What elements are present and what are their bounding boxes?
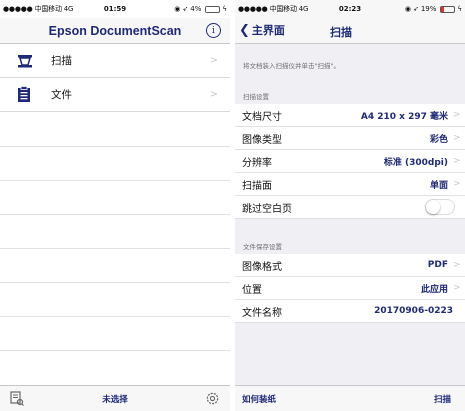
setting-skip-blank: 跳过空白页 — [235, 196, 465, 219]
chevron-left-icon: ❮ — [239, 22, 250, 38]
battery-icon — [440, 5, 456, 13]
selection-label: 未选择 — [102, 394, 128, 405]
setting-document-size[interactable]: 文档尺寸 A4 210 x 297 毫米 > — [235, 104, 465, 127]
battery-fill — [206, 6, 208, 12]
divider — [0, 316, 230, 317]
setting-location[interactable]: 位置 此应用 > — [235, 277, 465, 300]
setting-image-format[interactable]: 图像格式 PDF > — [235, 254, 465, 277]
setting-label: 图像类型 — [242, 134, 282, 146]
battery-fill — [441, 6, 444, 12]
setting-scan-side[interactable]: 扫描面 单面 > — [235, 173, 465, 196]
setting-resolution[interactable]: 分辨率 标准 (300dpi) > — [235, 150, 465, 173]
menu-item-files[interactable]: 文件 > — [0, 78, 230, 112]
nav-bar: Epson DocumentScan i — [0, 18, 230, 44]
chevron-right-icon: > — [453, 110, 461, 120]
scanner-icon — [17, 54, 43, 68]
arrow-icon: ➶ — [182, 5, 189, 13]
setting-label: 分辨率 — [242, 157, 272, 169]
chevron-right-icon: > — [453, 133, 461, 143]
battery-percent: 4% — [190, 5, 202, 13]
setting-value: 此应用 — [420, 284, 448, 295]
status-right: ◉ ➶ 4% ϟ — [174, 5, 227, 13]
menu-label-scan: 扫描 — [51, 55, 72, 67]
info-icon[interactable]: i — [206, 23, 221, 38]
setting-label: 图像格式 — [242, 261, 282, 273]
setting-image-type[interactable]: 图像类型 彩色 > — [235, 127, 465, 150]
battery-icon — [205, 5, 221, 13]
arrow-icon: ➶ — [412, 5, 419, 13]
chevron-right-icon: > — [453, 283, 461, 293]
chevron-right-icon: > — [453, 179, 461, 189]
home-screen: ●●●●● 中国移动 4G 01:59 ◉ ➶ 4% ϟ Epson Docum… — [0, 0, 230, 411]
battery-percent: 19% — [420, 5, 437, 13]
setting-label: 文档尺寸 — [242, 111, 282, 123]
how-to-load-button[interactable]: 如何装纸 — [242, 393, 276, 405]
status-bar: ●●●●● 中国移动 4G 02:23 ◉ ➶ 19% ϟ — [235, 0, 465, 18]
signal-text: ●●●●● 中国移动 4G — [3, 5, 74, 13]
setting-label: 跳过空白页 — [242, 203, 292, 215]
scan-screen: ●●●●● 中国移动 4G 02:23 ◉ ➶ 19% ϟ ❮ 主界面 扫描 将… — [235, 0, 465, 411]
setting-value: 20170906-0223 — [374, 306, 453, 316]
chevron-right-icon: > — [453, 260, 461, 270]
chevron-right-icon: > — [209, 89, 218, 100]
skip-blank-toggle[interactable] — [425, 199, 455, 215]
gear-icon[interactable] — [205, 391, 220, 410]
section-header-scan: 扫描设置 — [243, 93, 269, 101]
setting-file-name[interactable]: 文件名称 20170906-0223 — [235, 300, 465, 323]
charging-icon: ϟ — [457, 5, 462, 13]
section-header-file: 文件保存设置 — [243, 243, 282, 251]
divider — [0, 248, 230, 249]
setting-value: 单面 — [429, 180, 448, 191]
bottom-toolbar: 未选择 — [0, 385, 230, 411]
app-title: Epson DocumentScan — [48, 23, 182, 38]
chevron-right-icon: > — [209, 55, 218, 66]
scan-button[interactable]: 扫描 — [434, 393, 451, 405]
page-title: 扫描 — [330, 26, 352, 39]
divider — [0, 282, 230, 283]
divider — [0, 350, 230, 351]
setting-value: 标准 (300dpi) — [383, 157, 448, 168]
location-icon: ◉ — [404, 5, 411, 13]
divider — [0, 146, 230, 147]
setting-value: PDF — [427, 260, 448, 270]
bottom-toolbar: 如何装纸 扫描 — [235, 385, 465, 411]
back-button[interactable]: ❮ 主界面 — [239, 22, 285, 38]
status-right: ◉ ➶ 19% ϟ — [405, 5, 462, 13]
back-label: 主界面 — [251, 24, 285, 37]
setting-label: 位置 — [242, 284, 262, 296]
instruction-text: 将文档装入扫描仪并单击"扫描"。 — [243, 62, 340, 70]
setting-label: 扫描面 — [242, 180, 272, 192]
divider — [0, 214, 230, 215]
signal-text: ●●●●● 中国移动 4G — [238, 5, 309, 13]
charging-icon: ϟ — [222, 5, 227, 13]
setting-label: 文件名称 — [242, 307, 282, 319]
setting-value: 彩色 — [429, 134, 448, 145]
divider — [0, 180, 230, 181]
menu-item-scan[interactable]: 扫描 > — [0, 44, 230, 78]
document-icon — [17, 86, 43, 103]
menu-label-files: 文件 — [51, 89, 72, 101]
setting-value: A4 210 x 297 毫米 — [360, 111, 448, 122]
chevron-right-icon: > — [453, 156, 461, 166]
nav-bar: ❮ 主界面 扫描 — [235, 18, 465, 44]
status-bar: ●●●●● 中国移动 4G 01:59 ◉ ➶ 4% ϟ — [0, 0, 230, 18]
location-icon: ◉ — [174, 5, 181, 13]
toggle-knob — [426, 200, 440, 214]
